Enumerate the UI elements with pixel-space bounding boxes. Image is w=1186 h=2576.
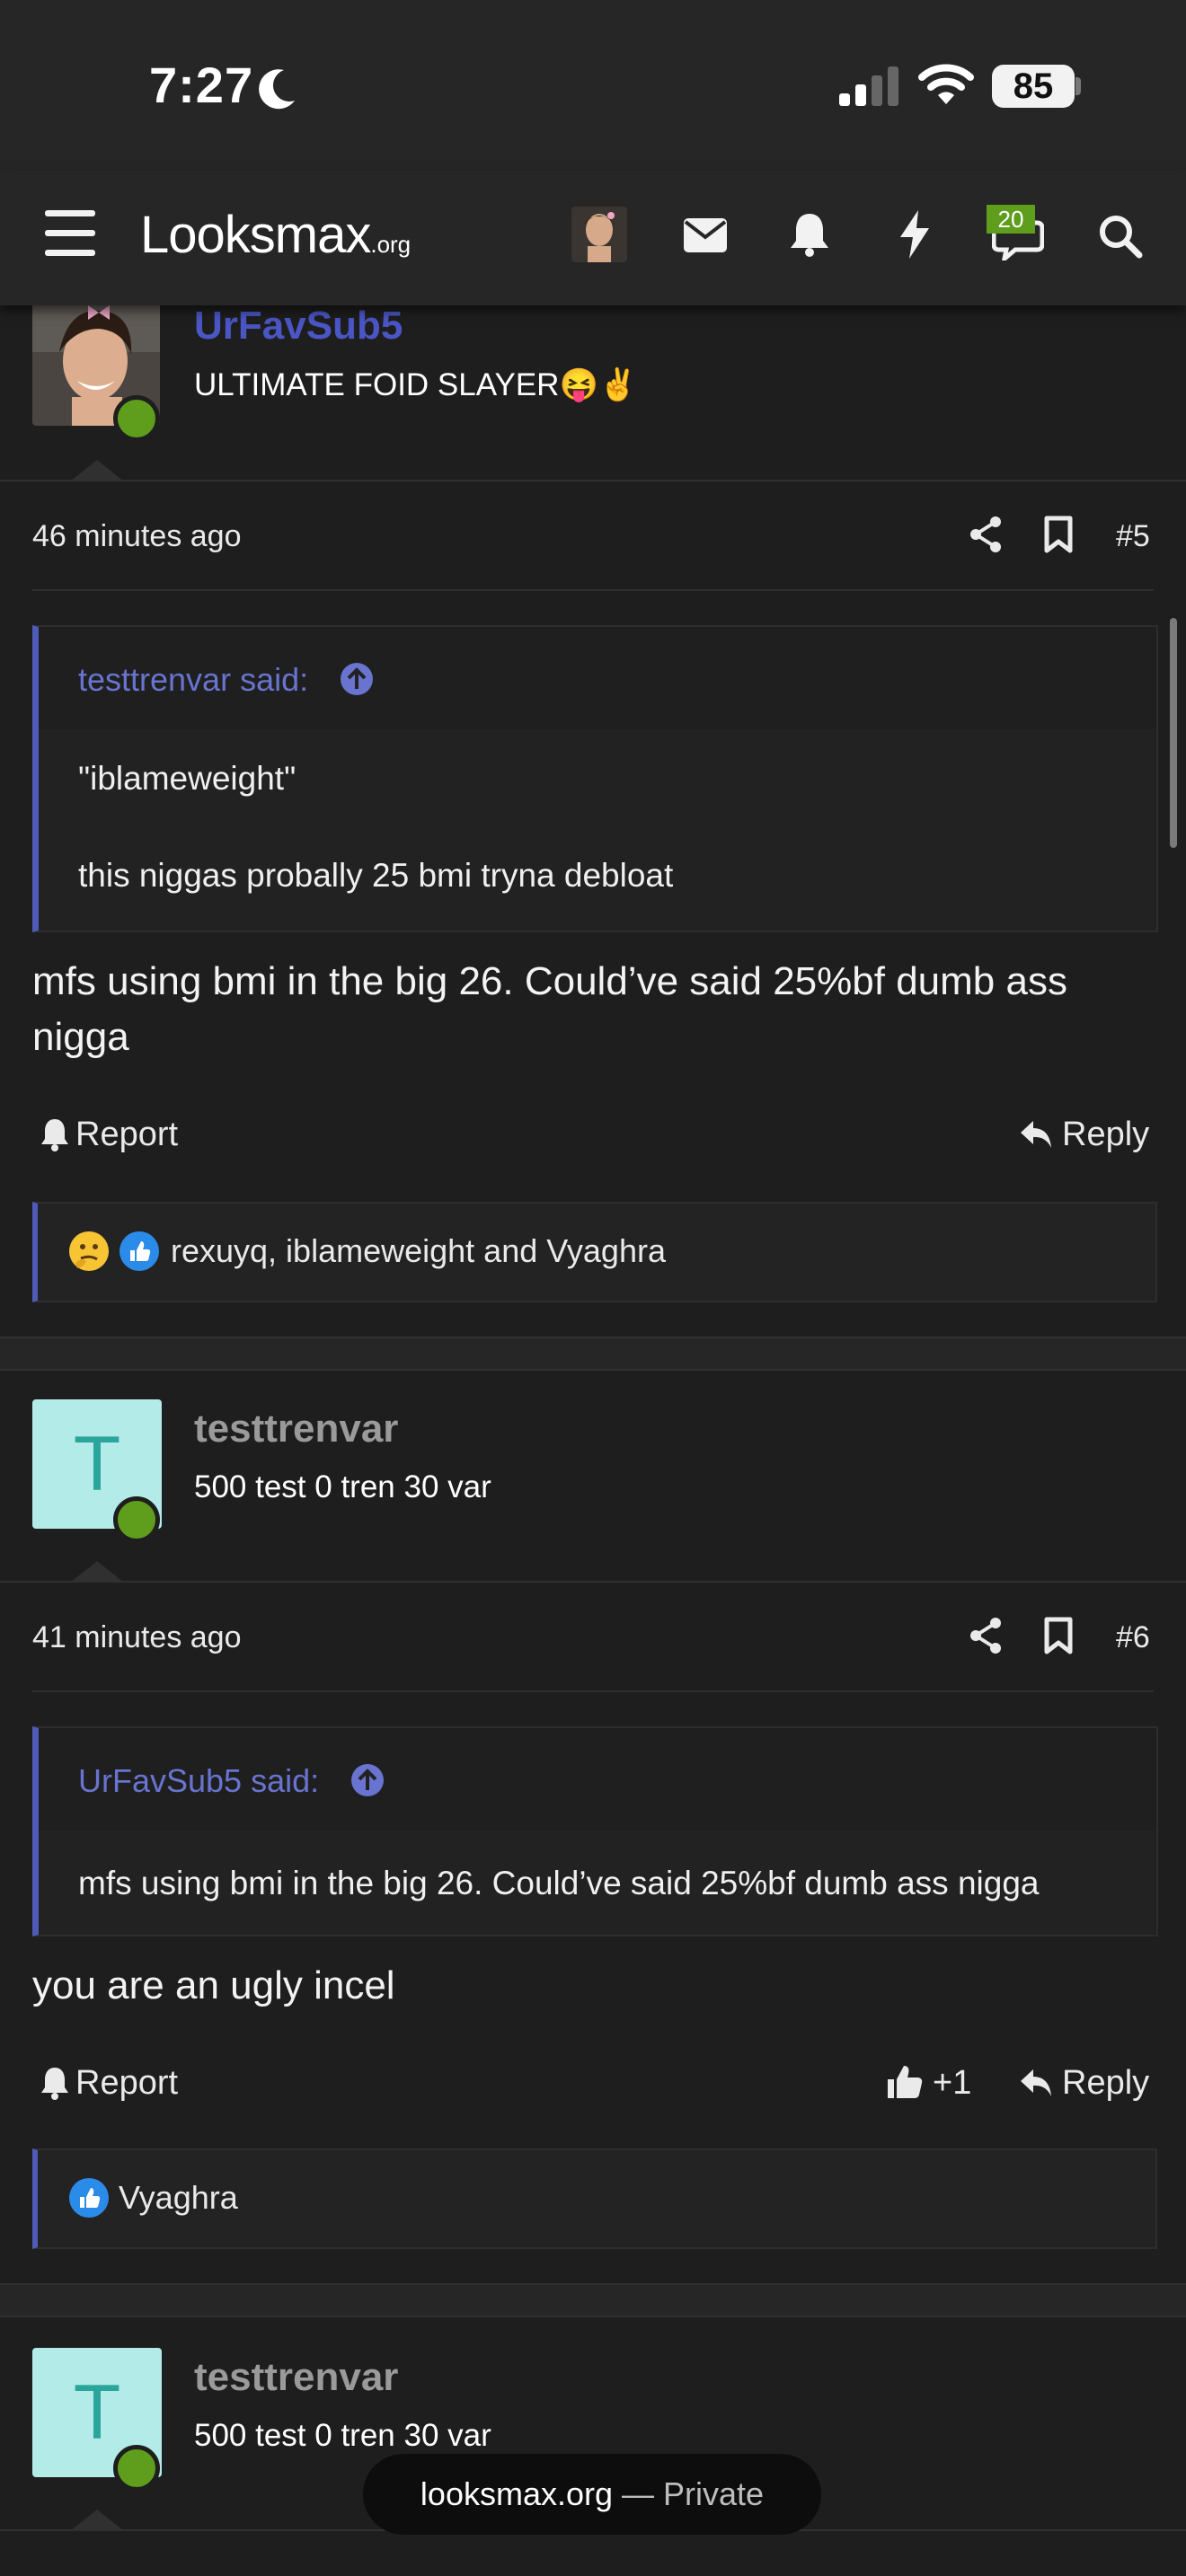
post-username[interactable]: UrFavSub5 [194,304,403,348]
battery-tip [1075,77,1081,95]
quote-block: UrFavSub5 said: mfs using bmi in the big… [32,1726,1158,1936]
quote-block: testtrenvar said: "iblameweight" this ni… [32,625,1158,932]
report-button[interactable]: Report [75,1116,178,1154]
browser-mode: — Private [622,2475,765,2512]
like-reaction-icon [68,2177,110,2219]
bookmark-icon[interactable] [1044,516,1073,553]
bell-icon[interactable] [789,212,830,257]
post-pointer [70,2510,124,2531]
post-timestamp[interactable]: 46 minutes ago [32,519,242,554]
online-indicator [113,2445,160,2492]
site-header: Looksmax.org 20 [0,171,1186,305]
divider [0,480,1186,481]
bell-icon[interactable] [40,1117,70,1151]
bell-icon[interactable] [40,2066,70,2100]
post-number[interactable]: #5 [1116,519,1150,554]
post-body: mfs using bmi in the big 26. Could’ve sa… [32,954,1067,1065]
battery-indicator: 85 [992,65,1075,108]
post-pointer [70,460,124,481]
like-button[interactable]: +1 [933,2064,971,2103]
bolt-icon[interactable] [898,210,931,259]
thumbs-up-icon[interactable] [886,2064,924,2100]
mail-icon[interactable] [683,217,728,253]
status-time: 7:27 [149,57,254,113]
post-body-line: mfs using bmi in the big 26. Could’ve sa… [32,959,1067,1003]
post-number[interactable]: #6 [1116,1620,1150,1655]
browser-address-pill[interactable]: looksmax.org — Private [363,2454,821,2535]
arrow-up-circle-icon[interactable] [339,661,375,697]
menu-icon[interactable] [45,210,95,257]
reply-button[interactable]: Reply [1062,1116,1149,1154]
wifi-icon [918,63,974,106]
online-indicator [113,1496,160,1543]
site-logo[interactable]: Looksmax.org [140,205,411,265]
online-indicator [113,395,160,442]
logo-main: Looksmax [140,206,371,264]
reply-button[interactable]: Reply [1062,2064,1149,2103]
reply-icon[interactable] [1019,2068,1053,2098]
reply-icon[interactable] [1019,1119,1053,1150]
user-avatar[interactable] [571,207,627,262]
arrow-up-circle-icon[interactable] [350,1762,385,1798]
logo-suffix: .org [370,231,412,258]
like-reaction-icon [119,1231,160,1272]
scrollbar[interactable] [1170,618,1177,848]
chat-badge: 20 [987,205,1035,234]
share-icon[interactable] [969,516,1003,553]
post-pointer [70,1561,124,1583]
reactions-bar[interactable]: Vyaghra [32,2148,1157,2249]
post-separator [0,2283,1186,2317]
search-icon[interactable] [1098,214,1143,259]
signal-icon [839,66,902,106]
divider [32,1690,1154,1692]
post-username[interactable]: testtrenvar [194,2355,398,2400]
status-bar: 7:27 85 [0,0,1186,171]
quote-author[interactable]: testtrenvar said: [78,661,308,699]
share-icon[interactable] [969,1617,1003,1654]
post-body: you are an ugly incel [32,1958,395,2014]
quote-author[interactable]: UrFavSub5 said: [78,1762,319,1800]
user-title: 500 test 0 tren 30 var [194,2418,491,2453]
reactions-bar[interactable]: rexuyq, iblameweight and Vyaghra [32,1202,1157,1302]
user-title: 500 test 0 tren 30 var [194,1469,491,1504]
browser-site: looksmax.org [420,2475,614,2512]
moon-icon [257,66,296,110]
bookmark-icon[interactable] [1044,1617,1073,1654]
post-separator [0,1337,1186,1371]
quote-line: "iblameweight" [78,760,296,797]
thinking-emoji-icon [68,1231,110,1272]
reaction-users[interactable]: rexuyq, iblameweight and Vyaghra [171,1232,666,1270]
divider [32,589,1154,591]
user-title: ULTIMATE FOID SLAYER😝✌️ [194,367,638,402]
divider [0,1581,1186,1583]
post-body-line: nigga [32,1015,129,1059]
reaction-users[interactable]: Vyaghra [119,2179,238,2217]
post-body-line: you are an ugly incel [32,1963,395,2007]
post-timestamp[interactable]: 41 minutes ago [32,1620,242,1655]
post-username[interactable]: testtrenvar [194,1407,398,1451]
report-button[interactable]: Report [75,2064,178,2103]
quote-line: mfs using bmi in the big 26. Could’ve sa… [78,1865,1040,1901]
quote-line: this niggas probally 25 bmi tryna debloa… [78,857,674,894]
